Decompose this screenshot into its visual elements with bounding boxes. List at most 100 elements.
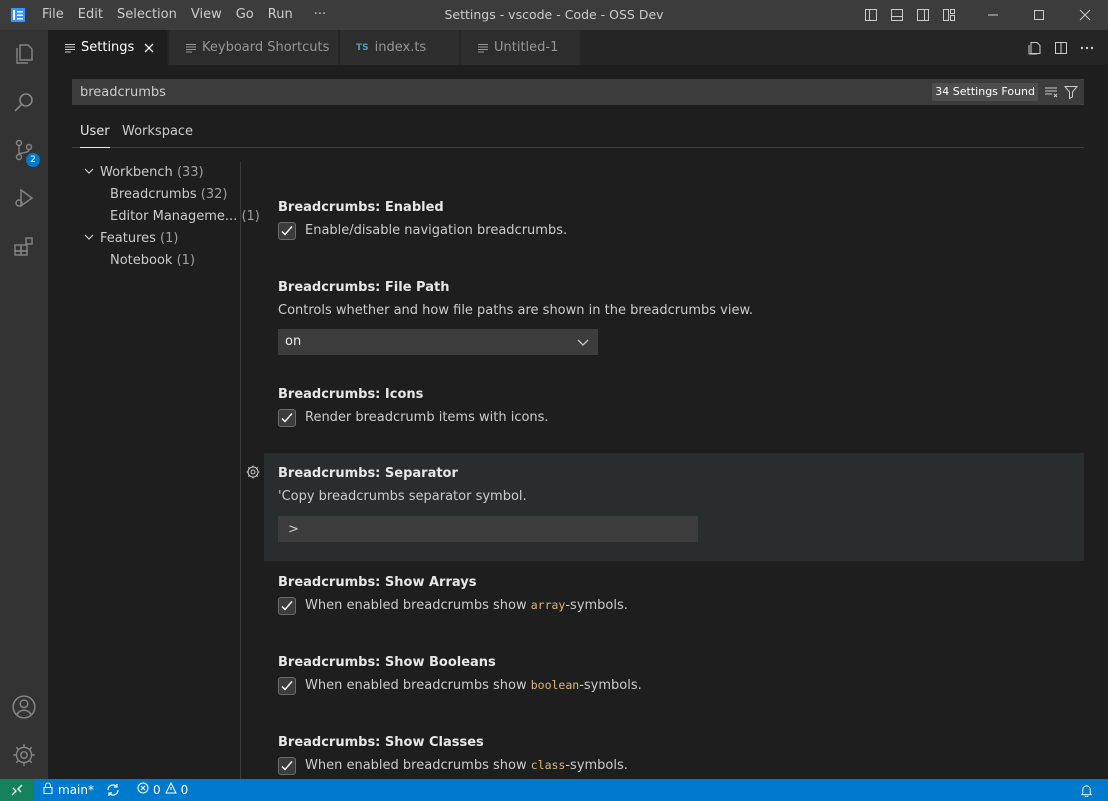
open-settings-json-icon[interactable] [1022, 30, 1048, 65]
maximize-icon[interactable] [1016, 0, 1062, 30]
warning-count: 0 [180, 783, 189, 797]
accounts-icon[interactable] [0, 683, 48, 731]
toggle-primary-sidebar-icon[interactable] [858, 0, 884, 30]
run-debug-icon[interactable] [0, 174, 48, 222]
setting-name: Separator [384, 466, 458, 481]
setting-category: Breadcrumbs: [278, 466, 385, 481]
notifications-bell-icon[interactable] [1080, 779, 1093, 801]
settings-lines-icon [477, 42, 489, 54]
search-icon[interactable] [0, 78, 48, 126]
chevron-down-icon [84, 228, 98, 250]
select-value: on [285, 334, 302, 349]
setting-title: Breadcrumbs: Enabled [278, 200, 444, 215]
setting-checkbox[interactable] [278, 757, 296, 775]
toc-sash[interactable] [240, 162, 241, 779]
setting-title: Breadcrumbs: Separator [278, 466, 458, 481]
setting-category: Breadcrumbs: [278, 387, 385, 402]
setting-name: Icons [384, 387, 424, 402]
customize-layout-icon[interactable] [936, 0, 962, 30]
menu-selection[interactable]: Selection [110, 0, 184, 30]
toggle-secondary-sidebar-icon[interactable] [910, 0, 936, 30]
toc-count: (1) [160, 231, 179, 246]
setting-description: Render breadcrumb items with icons. [305, 410, 549, 425]
chevron-down-icon [84, 162, 98, 184]
toc-breadcrumbs[interactable]: Breadcrumbs (32) [110, 184, 227, 206]
more-actions-icon[interactable] [1074, 30, 1100, 65]
setting-breadcrumbs-icons: Breadcrumbs: Icons Render breadcrumb ite… [264, 377, 1084, 447]
settings-search-box: 34 Settings Found [72, 79, 1084, 105]
editor-tab-bar: Settings Keyboard Shortcuts TS index.ts … [48, 30, 1108, 65]
setting-description: When enabled breadcrumbs show boolean-sy… [305, 678, 642, 693]
desc-text: -symbols. [565, 598, 628, 613]
setting-checkbox[interactable] [278, 409, 296, 427]
file-path-select[interactable]: on [278, 329, 598, 355]
desc-text: When enabled breadcrumbs show [305, 758, 531, 773]
extensions-icon[interactable] [0, 222, 48, 270]
setting-category: Breadcrumbs: [278, 655, 385, 670]
toc-notebook[interactable]: Notebook (1) [110, 250, 195, 272]
tab-workspace[interactable]: Workspace [122, 118, 193, 148]
minimize-icon[interactable] [970, 0, 1016, 30]
toc-features[interactable]: Features (1) [84, 228, 178, 250]
toggle-panel-icon[interactable] [884, 0, 910, 30]
problems-status[interactable]: 0 0 [137, 779, 188, 801]
setting-title: Breadcrumbs: Show Arrays [278, 575, 476, 590]
error-icon [137, 779, 149, 801]
menu-go[interactable]: Go [229, 0, 261, 30]
close-window-icon[interactable] [1062, 0, 1108, 30]
setting-description: When enabled breadcrumbs show class-symb… [305, 758, 628, 773]
setting-category: Breadcrumbs: [278, 280, 385, 295]
settings-search-input[interactable] [80, 79, 880, 105]
close-icon[interactable] [141, 40, 157, 56]
lock-icon [42, 779, 54, 801]
menu-more[interactable]: ··· [300, 0, 333, 30]
setting-category: Breadcrumbs: [278, 735, 385, 750]
filter-icon[interactable] [1062, 83, 1080, 101]
menu-file[interactable]: File [35, 0, 71, 30]
desc-text: -symbols. [579, 678, 642, 693]
menu-run[interactable]: Run [261, 0, 300, 30]
setting-checkbox[interactable] [278, 677, 296, 695]
menu-view[interactable]: View [184, 0, 229, 30]
split-editor-icon[interactable] [1048, 30, 1074, 65]
setting-checkbox[interactable] [278, 597, 296, 615]
toc-label: Features [100, 231, 156, 246]
tab-keyboard-shortcuts[interactable]: Keyboard Shortcuts [169, 30, 339, 65]
separator-input[interactable] [278, 516, 698, 542]
setting-name: Show Booleans [384, 655, 496, 670]
source-control-icon[interactable]: 2 [0, 126, 48, 174]
sync-icon[interactable] [106, 779, 120, 801]
setting-breadcrumbs-file-path: Breadcrumbs: File Path Controls whether … [264, 270, 1084, 370]
menu-bar: File Edit Selection View Go Run ··· [35, 0, 333, 30]
setting-breadcrumbs-enabled: Breadcrumbs: Enabled Enable/disable navi… [264, 190, 1084, 260]
toc-editor-management[interactable]: Editor Manageme... (1) [110, 206, 260, 228]
code-token: array [530, 598, 566, 612]
tab-untitled-1[interactable]: Untitled-1 [461, 30, 581, 65]
tab-settings[interactable]: Settings [48, 30, 168, 65]
typescript-icon: TS [356, 42, 369, 53]
setting-gear-icon[interactable] [245, 464, 261, 480]
setting-description: When enabled breadcrumbs show array-symb… [305, 598, 628, 613]
toc-label: Notebook [110, 253, 173, 268]
toc-count: (1) [176, 253, 196, 268]
title-bar: File Edit Selection View Go Run ··· Sett… [0, 0, 1108, 30]
settings-scope-tabs: User Workspace [72, 118, 1084, 148]
desc-text: -symbols. [565, 758, 628, 773]
branch-status[interactable]: main* [42, 779, 94, 801]
app-logo-icon [0, 0, 35, 30]
setting-category: Breadcrumbs: [278, 575, 385, 590]
menu-edit[interactable]: Edit [71, 0, 110, 30]
branch-name: main* [58, 783, 94, 797]
setting-description: 'Copy breadcrumbs separator symbol. [278, 489, 527, 504]
setting-checkbox[interactable] [278, 222, 296, 240]
setting-description: Controls whether and how file paths are … [278, 303, 754, 318]
tab-index-ts[interactable]: TS index.ts [340, 30, 460, 65]
manage-gear-icon[interactable] [0, 731, 48, 779]
tab-label: Settings [81, 40, 135, 55]
explorer-icon[interactable] [0, 30, 48, 78]
tab-user[interactable]: User [80, 118, 110, 148]
remote-indicator-icon[interactable] [0, 779, 34, 801]
toc-workbench[interactable]: Workbench (33) [84, 162, 204, 184]
clear-filter-icon[interactable] [1042, 83, 1060, 101]
toc-count: (33) [176, 165, 204, 180]
